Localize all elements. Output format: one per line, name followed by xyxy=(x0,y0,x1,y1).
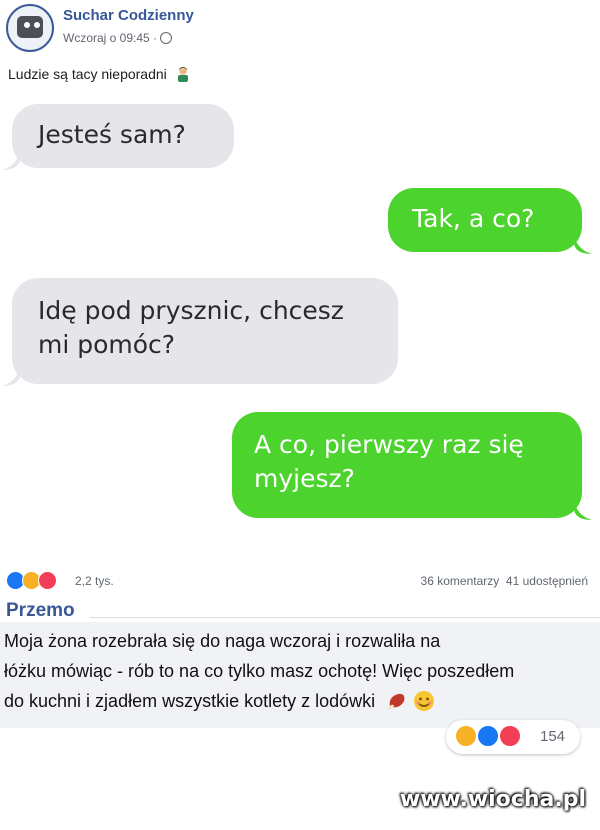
message-line: A co, pierwszy raz się xyxy=(254,430,524,459)
comment-line-text: do kuchni i zjadłem wszystkie kotlety z … xyxy=(4,691,376,711)
page-avatar[interactable] xyxy=(6,4,54,52)
avatar-eye-left xyxy=(24,22,30,28)
message-text: Tak, a co? xyxy=(412,204,535,233)
avatar-eye-right xyxy=(34,22,40,28)
comments-count[interactable]: 36 komentarzy xyxy=(421,574,500,588)
comment-line: łóżku mówiąc - rób to na co tylko masz o… xyxy=(4,661,515,681)
shares-count[interactable]: 41 udostępnień xyxy=(506,574,588,588)
comment-line: Moja żona rozebrała się do naga wczoraj … xyxy=(4,631,441,651)
bubble-tail xyxy=(574,236,592,254)
haha-icon xyxy=(454,724,478,748)
message-outgoing: Tak, a co? xyxy=(388,188,582,252)
smiling-face-icon xyxy=(414,691,435,711)
chat-screenshot: Jesteś sam? Tak, a co? Idę pod prysznic,… xyxy=(0,96,600,566)
globe-icon xyxy=(160,32,173,44)
reactions-bar: 2,2 tys. 36 komentarzy 41 udostępnień xyxy=(0,566,600,602)
post-meta: Wczoraj o 09:45 · xyxy=(63,31,173,45)
post-caption: Ludzie są tacy nieporadni xyxy=(8,66,191,82)
bubble-tail xyxy=(2,152,20,170)
meat-icon xyxy=(387,693,405,710)
message-text: Jesteś sam? xyxy=(38,120,186,149)
love-icon xyxy=(498,724,522,748)
post-time[interactable]: Wczoraj o 09:45 · xyxy=(63,31,157,45)
post-stats: 36 komentarzy 41 udostępnień xyxy=(421,574,588,588)
post-header: Suchar Codzienny Wczoraj o 09:45 · xyxy=(0,0,600,58)
watermark: www.wiocha.pl xyxy=(399,787,586,812)
comment-text: Moja żona rozebrała się do naga wczoraj … xyxy=(4,626,599,716)
message-line: myjesz? xyxy=(254,464,355,493)
message-incoming: Idę pod prysznic, chcesz mi pomóc? xyxy=(12,278,398,384)
comment-reactions[interactable]: 154 xyxy=(446,720,580,754)
caption-text: Ludzie są tacy nieporadni xyxy=(8,66,167,82)
comment-author[interactable]: Przemo xyxy=(6,600,75,622)
message-line: mi pomóc? xyxy=(38,330,176,359)
love-icon[interactable] xyxy=(38,571,57,590)
comment-bubble: Moja żona rozebrała się do naga wczoraj … xyxy=(0,622,600,728)
man-facepalming-icon xyxy=(177,67,188,82)
message-incoming: Jesteś sam? xyxy=(12,104,234,168)
page-name[interactable]: Suchar Codzienny xyxy=(63,7,194,24)
comment-line: do kuchni i zjadłem wszystkie kotlety z … xyxy=(4,686,599,716)
divider xyxy=(90,617,600,618)
reaction-count[interactable]: 2,2 tys. xyxy=(75,574,114,588)
message-line: Idę pod prysznic, chcesz xyxy=(38,296,344,325)
bubble-tail xyxy=(574,502,592,520)
comment-reaction-count: 154 xyxy=(540,728,566,745)
bubble-tail xyxy=(2,368,20,386)
like-icon xyxy=(476,724,500,748)
message-outgoing: A co, pierwszy raz się myjesz? xyxy=(232,412,582,518)
